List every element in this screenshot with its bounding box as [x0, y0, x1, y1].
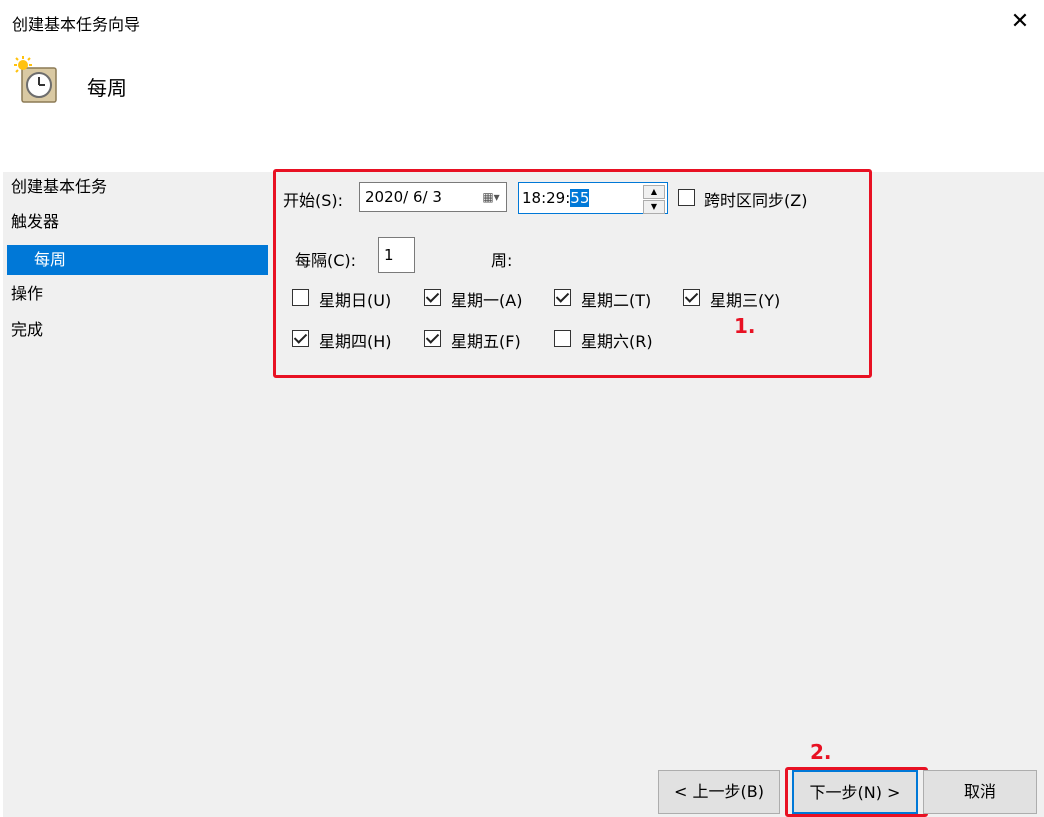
calendar-dropdown-icon[interactable]: ▦▾	[482, 189, 500, 205]
sync-timezone-label: 跨时区同步(Z)	[704, 191, 808, 210]
nav-item-finish: 完成	[11, 320, 44, 339]
scheduled-task-clock-icon	[14, 56, 57, 103]
window-title: 创建基本任务向导	[12, 15, 141, 34]
day-checkbox-friday[interactable]	[424, 330, 441, 347]
nav-item-trigger: 触发器	[11, 212, 60, 231]
cancel-button[interactable]: 取消	[923, 770, 1037, 814]
day-label-tuesday: 星期二(T)	[581, 291, 652, 310]
annotation-step-2: 2.	[810, 740, 832, 764]
day-checkbox-thursday[interactable]	[292, 330, 309, 347]
start-time-value: 18:29:	[522, 189, 571, 207]
title-bar: 创建基本任务向导 ✕	[0, 0, 1044, 44]
start-date-picker[interactable]: 2020/ 6/ 3 ▦▾	[359, 182, 507, 212]
spin-down-icon[interactable]: ▼	[643, 200, 665, 214]
time-spinner[interactable]: ▲ ▼	[643, 185, 665, 214]
nav-item-weekly-label: 每周	[34, 250, 67, 269]
day-checkbox-monday[interactable]	[424, 289, 441, 306]
sync-timezone-checkbox[interactable]	[678, 189, 695, 206]
nav-item-create-basic-task: 创建基本任务	[11, 177, 108, 196]
interval-label: 每隔(C):	[295, 251, 357, 270]
spin-up-icon[interactable]: ▲	[643, 185, 665, 199]
nav-item-action: 操作	[11, 284, 44, 303]
start-time-field[interactable]: 18:29:55 ▲ ▼	[518, 182, 668, 214]
close-icon[interactable]: ✕	[1006, 8, 1034, 36]
wizard-header: 每周	[0, 44, 1044, 172]
next-button[interactable]: 下一步(N) >	[792, 770, 918, 814]
day-label-sunday: 星期日(U)	[319, 291, 392, 310]
wizard-body: 创建基本任务 触发器 每周 操作 完成 开始(S): 2020/ 6/ 3 ▦▾…	[3, 169, 1044, 817]
start-date-value: 2020/ 6/ 3	[365, 188, 442, 206]
day-checkbox-sunday[interactable]	[292, 289, 309, 306]
page-title: 每周	[87, 76, 127, 100]
back-button[interactable]: < 上一步(B)	[658, 770, 780, 814]
day-checkbox-wednesday[interactable]	[683, 289, 700, 306]
day-label-wednesday: 星期三(Y)	[710, 291, 781, 310]
day-checkbox-saturday[interactable]	[554, 330, 571, 347]
day-label-saturday: 星期六(R)	[581, 332, 653, 351]
interval-unit-label: 周:	[491, 251, 513, 270]
annotation-step-1: 1.	[734, 314, 756, 338]
day-label-monday: 星期一(A)	[451, 291, 523, 310]
day-label-thursday: 星期四(H)	[319, 332, 392, 351]
start-label: 开始(S):	[283, 191, 344, 210]
day-label-friday: 星期五(F)	[451, 332, 521, 351]
start-time-seconds-selected: 55	[570, 189, 590, 207]
nav-item-weekly: 每周	[7, 245, 268, 275]
interval-input[interactable]: 1	[378, 237, 415, 273]
day-checkbox-tuesday[interactable]	[554, 289, 571, 306]
